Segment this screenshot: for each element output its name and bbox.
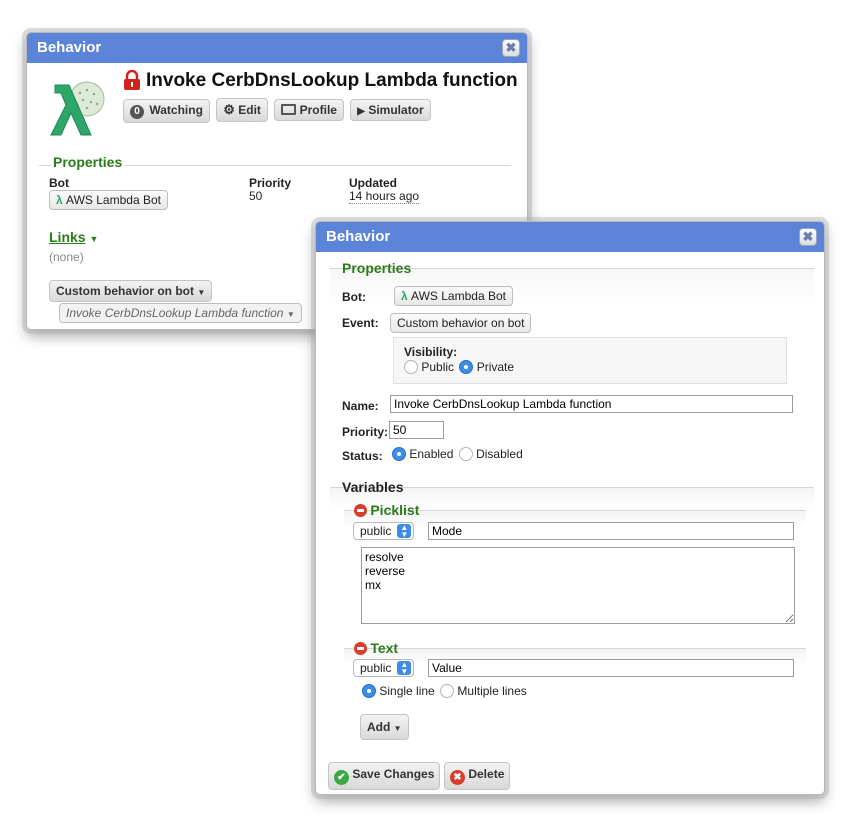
name-label: Name: — [342, 399, 379, 413]
page-title: Invoke CerbDnsLookup Lambda function — [146, 70, 518, 91]
single-line-radio[interactable] — [362, 684, 376, 698]
add-variable-button[interactable]: Add ▼ — [360, 714, 409, 740]
picklist-scope-value: public — [360, 524, 392, 538]
front-window-title: Behavior — [326, 228, 391, 245]
single-line-label: Single line — [379, 684, 435, 698]
lambda-logo-icon — [47, 77, 109, 141]
gear-icon: ⚙ — [223, 102, 235, 117]
variables-heading: Variables — [342, 479, 404, 495]
priority-label: Priority: — [342, 425, 389, 439]
front-window-titlebar[interactable]: Behavior ✖ — [316, 222, 824, 252]
visibility-public-label: Public — [421, 360, 455, 374]
text-name-input[interactable] — [428, 659, 794, 677]
picklist-heading: Picklist — [354, 502, 419, 518]
watcher-count-badge: 0 — [130, 105, 144, 119]
visibility-label: Visibility: — [404, 345, 458, 359]
chevron-down-icon: ▼ — [197, 288, 206, 297]
links-label: Links — [49, 229, 86, 245]
add-label: Add — [367, 720, 391, 734]
status-enabled-radio[interactable] — [392, 447, 406, 461]
priority-value: 50 — [249, 189, 263, 203]
behavior-window-front: Behavior ✖ Properties Bot: λ AWS Lambda … — [315, 221, 825, 795]
x-circle-icon: ✖ — [450, 770, 465, 785]
picklist-options-textarea[interactable]: resolve reverse mx — [361, 547, 795, 624]
edit-button[interactable]: ⚙ Edit — [216, 98, 268, 122]
select-arrows-icon: ▲ ▼ — [397, 661, 412, 676]
bot-name: AWS Lambda Bot — [66, 193, 161, 207]
play-icon: ▶ — [357, 106, 365, 117]
check-circle-icon: ✔ — [334, 770, 349, 785]
close-icon[interactable]: ✖ — [799, 228, 817, 246]
simulator-button[interactable]: ▶ Simulator — [350, 99, 431, 121]
lambda-icon: λ — [56, 193, 63, 207]
visibility-private-label: Private — [476, 360, 515, 374]
watching-label: Watching — [149, 103, 203, 117]
picklist-name-input[interactable] — [428, 522, 794, 540]
name-input[interactable] — [390, 395, 793, 413]
text-mode-options: Single line Multiple lines — [362, 684, 527, 698]
save-label: Save Changes — [352, 767, 435, 781]
event-button[interactable]: Custom behavior on bot — [390, 313, 532, 333]
close-icon[interactable]: ✖ — [502, 39, 520, 57]
watching-button[interactable]: 0 Watching — [123, 99, 210, 123]
bot-chip[interactable]: λ AWS Lambda Bot — [49, 190, 168, 210]
profile-button[interactable]: Profile — [274, 99, 344, 121]
priority-input[interactable] — [389, 421, 444, 439]
lock-icon — [123, 69, 141, 90]
status-enabled-label: Enabled — [409, 447, 454, 461]
visibility-public-radio[interactable] — [404, 360, 418, 374]
text-scope-value: public — [360, 661, 392, 675]
text-scope-select[interactable]: public ▲ ▼ — [353, 659, 415, 677]
minus-circle-icon[interactable] — [354, 642, 367, 655]
chevron-down-icon: ▼ — [89, 234, 99, 244]
text-title: Text — [370, 640, 399, 656]
chevron-down-icon: ▼ — [393, 724, 402, 733]
status-disabled-radio[interactable] — [458, 447, 473, 461]
properties-heading: Properties — [51, 154, 125, 170]
event-label: Event: — [342, 316, 379, 330]
status-label: Status: — [342, 449, 383, 463]
chevron-down-icon: ▼ — [286, 310, 295, 319]
behavior-dropdown-label: Invoke CerbDnsLookup Lambda function — [66, 306, 284, 320]
event-menu-label: Custom behavior on bot — [56, 284, 194, 298]
delete-label: Delete — [468, 767, 505, 781]
priority-label: Priority — [249, 176, 292, 190]
behavior-dropdown[interactable]: Invoke CerbDnsLookup Lambda function ▼ — [59, 303, 302, 323]
picklist-scope-select[interactable]: public ▲ ▼ — [353, 522, 415, 540]
text-heading: Text — [354, 640, 398, 656]
multiple-lines-label: Multiple lines — [457, 684, 527, 698]
bot-chip[interactable]: λ AWS Lambda Bot — [394, 286, 513, 306]
picklist-title: Picklist — [370, 502, 420, 518]
back-window-title: Behavior — [37, 39, 102, 56]
visibility-options: Public Private — [404, 360, 514, 374]
status-options: Enabled Disabled — [392, 447, 523, 461]
updated-label: Updated — [349, 176, 397, 190]
minus-circle-icon[interactable] — [354, 504, 367, 517]
lambda-icon: λ — [401, 289, 408, 303]
toolbar: 0 Watching ⚙ Edit Profile ▶ Simulator — [123, 98, 431, 123]
delete-button[interactable]: ✖ Delete — [444, 762, 511, 790]
visibility-private-radio[interactable] — [459, 360, 474, 374]
edit-label: Edit — [238, 103, 261, 117]
bot-name: AWS Lambda Bot — [411, 289, 506, 303]
event-menu-button[interactable]: Custom behavior on bot ▼ — [49, 280, 213, 302]
links-value: (none) — [49, 250, 84, 264]
save-changes-button[interactable]: ✔ Save Changes — [328, 762, 441, 790]
visibility-box: Visibility: Public Private — [393, 337, 787, 384]
multiple-lines-radio[interactable] — [440, 684, 455, 698]
profile-label: Profile — [299, 103, 337, 117]
simulator-label: Simulator — [368, 103, 424, 117]
bot-label: Bot — [49, 176, 69, 190]
bot-label: Bot: — [342, 290, 366, 304]
profile-card-icon — [281, 104, 297, 115]
event-name: Custom behavior on bot — [397, 316, 525, 330]
links-toggle[interactable]: Links ▼ — [49, 229, 98, 245]
status-disabled-label: Disabled — [476, 447, 523, 461]
back-window-titlebar[interactable]: Behavior ✖ — [27, 33, 527, 63]
updated-value: 14 hours ago — [349, 189, 420, 204]
select-arrows-icon: ▲ ▼ — [397, 524, 412, 539]
properties-heading: Properties — [342, 260, 412, 276]
